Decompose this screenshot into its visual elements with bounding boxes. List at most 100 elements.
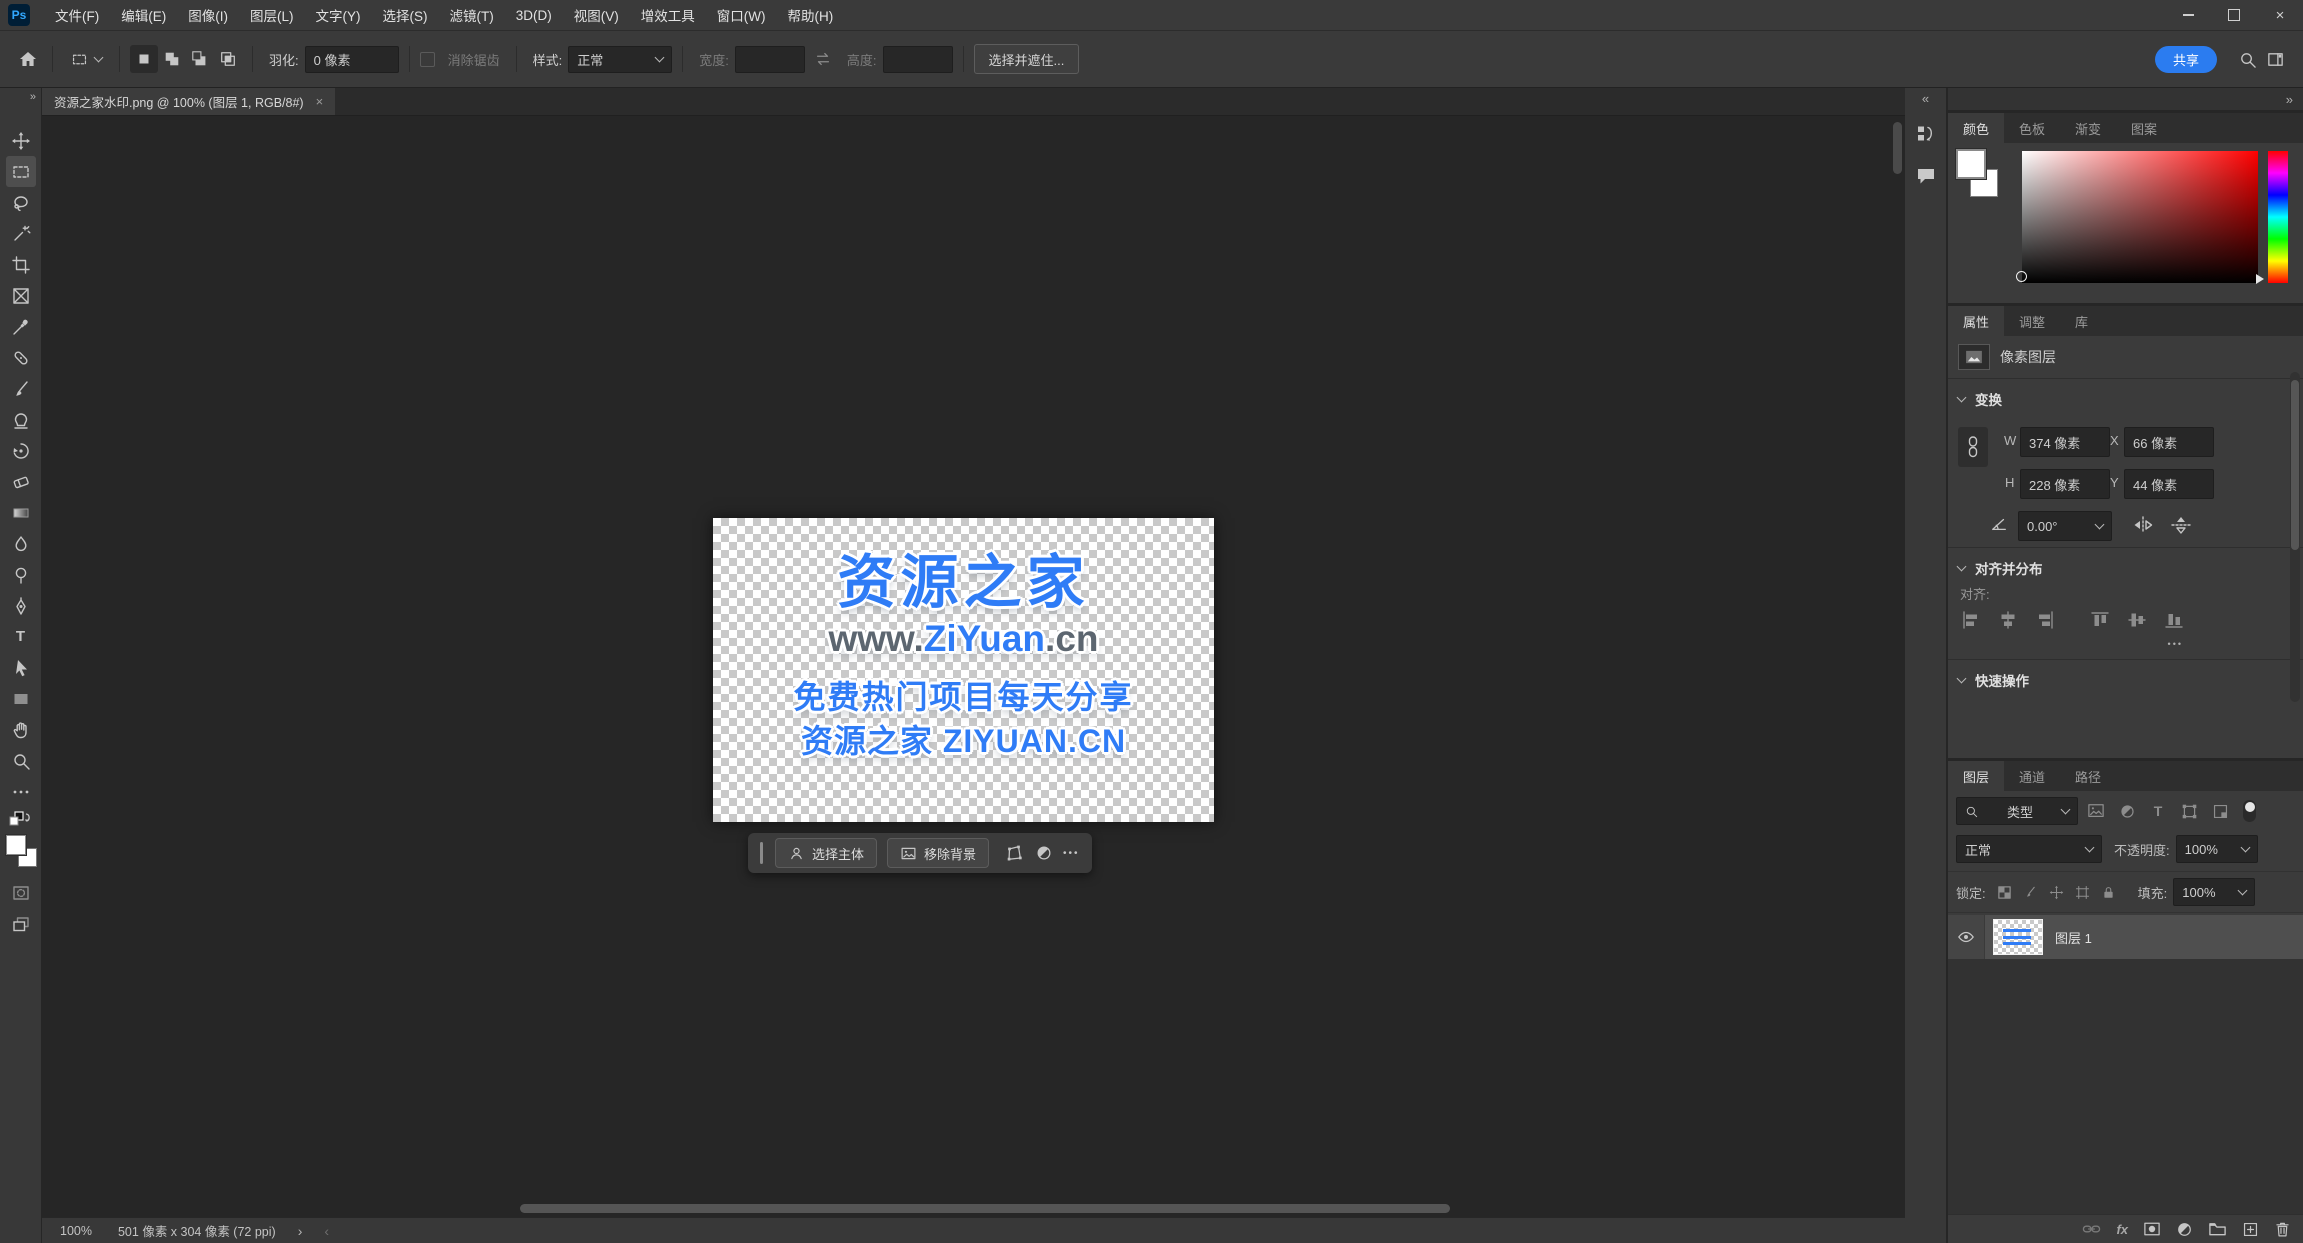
lock-pixels-button[interactable]: [2020, 883, 2042, 901]
transform-x-input[interactable]: 66 像素: [2124, 427, 2214, 457]
spot-healing-brush-tool[interactable]: [6, 342, 36, 373]
feather-input[interactable]: 0 像素: [304, 45, 399, 73]
new-layer-button[interactable]: [2242, 1221, 2259, 1238]
expand-panels-icon[interactable]: «: [1922, 91, 1929, 106]
lock-all-button[interactable]: [2098, 883, 2120, 901]
menu-type[interactable]: 文字(Y): [305, 0, 372, 30]
filter-smart-objects-button[interactable]: [2207, 799, 2233, 823]
lasso-tool[interactable]: [6, 187, 36, 218]
close-button[interactable]: ×: [2257, 0, 2303, 30]
lock-position-button[interactable]: [2046, 883, 2068, 901]
tab-adjustments[interactable]: 调整: [2004, 306, 2060, 336]
close-tab-icon[interactable]: ×: [316, 94, 324, 109]
tab-channels[interactable]: 通道: [2004, 761, 2060, 791]
opacity-select[interactable]: 100%: [2175, 835, 2258, 863]
link-layers-button[interactable]: [2082, 1221, 2101, 1237]
eraser-tool[interactable]: [6, 466, 36, 497]
hue-slider[interactable]: [2256, 274, 2264, 284]
blur-tool[interactable]: [6, 528, 36, 559]
swap-dimensions-button[interactable]: [809, 45, 837, 73]
align-right-button[interactable]: [2034, 609, 2056, 631]
hue-strip[interactable]: [2268, 151, 2288, 283]
tab-libraries[interactable]: 库: [2060, 306, 2103, 336]
history-brush-tool[interactable]: [6, 435, 36, 466]
rotation-angle-select[interactable]: 0.00°: [2018, 511, 2112, 541]
tab-color[interactable]: 颜色: [1948, 113, 2005, 143]
zoom-tool[interactable]: [6, 745, 36, 776]
tool-preset-picker[interactable]: [63, 45, 109, 73]
dodge-tool[interactable]: [6, 559, 36, 590]
layer-visibility-toggle[interactable]: [1948, 915, 1985, 959]
tab-patterns[interactable]: 图案: [2116, 113, 2172, 143]
align-top-button[interactable]: [2089, 609, 2111, 631]
align-center-horizontal-button[interactable]: [1997, 609, 2019, 631]
new-adjustment-layer-button[interactable]: [2176, 1221, 2193, 1238]
layer-effects-button[interactable]: fx: [2116, 1222, 2128, 1237]
height-input[interactable]: [882, 45, 953, 73]
default-and-swap-colors[interactable]: [6, 807, 36, 831]
selection-mode-intersect[interactable]: [214, 45, 242, 73]
rectangular-marquee-tool[interactable]: [5, 156, 36, 187]
screen-mode-button[interactable]: [6, 908, 36, 939]
status-next-icon[interactable]: ›: [298, 1223, 303, 1239]
menu-layer[interactable]: 图层(L): [239, 0, 305, 30]
crop-tool[interactable]: [6, 249, 36, 280]
anti-alias-checkbox[interactable]: [419, 51, 435, 67]
clone-stamp-tool[interactable]: [6, 404, 36, 435]
menu-image[interactable]: 图像(I): [177, 0, 239, 30]
align-bottom-button[interactable]: [2163, 609, 2185, 631]
select-subject-button[interactable]: 选择主体: [775, 838, 878, 868]
lock-artboard-button[interactable]: [2072, 883, 2094, 901]
workspace-switcher-button[interactable]: [2261, 45, 2289, 73]
edit-toolbar-button[interactable]: [6, 776, 36, 807]
menu-3d[interactable]: 3D(D): [505, 0, 563, 30]
select-and-mask-button[interactable]: 选择并遮住...: [973, 44, 1080, 74]
transform-width-input[interactable]: 374 像素: [2020, 427, 2110, 457]
vertical-scrollbar[interactable]: [1893, 122, 1902, 174]
transform-button[interactable]: [999, 839, 1029, 867]
canvas[interactable]: 资源之家 www.ZiYuan.cn 免费热门项目每天分享 资源之家 ZIYUA…: [42, 116, 1905, 1217]
transform-y-input[interactable]: 44 像素: [2124, 469, 2214, 499]
hand-tool[interactable]: [6, 714, 36, 745]
foreground-color-swatch[interactable]: [1956, 149, 1986, 179]
filter-adjustment-layers-button[interactable]: [2114, 799, 2140, 823]
search-button[interactable]: [2233, 45, 2261, 73]
move-tool[interactable]: [6, 125, 36, 156]
type-tool[interactable]: T: [6, 621, 36, 652]
filter-type-layers-button[interactable]: T: [2145, 799, 2171, 823]
flip-vertical-button[interactable]: [2168, 513, 2194, 537]
selection-mode-new[interactable]: [130, 45, 158, 73]
document-image[interactable]: 资源之家 www.ZiYuan.cn 免费热门项目每天分享 资源之家 ZIYUA…: [713, 518, 1214, 822]
filter-pixel-layers-button[interactable]: [2083, 799, 2109, 823]
layer-thumbnail[interactable]: [1993, 919, 2043, 955]
align-left-button[interactable]: [1960, 609, 1982, 631]
selection-mode-add[interactable]: [158, 45, 186, 73]
selection-mode-subtract[interactable]: [186, 45, 214, 73]
tab-paths[interactable]: 路径: [2060, 761, 2116, 791]
color-field-cursor[interactable]: [2016, 271, 2027, 282]
taskbar-drag-handle[interactable]: [760, 842, 763, 864]
home-button[interactable]: [14, 45, 42, 73]
tab-properties[interactable]: 属性: [1948, 306, 2005, 336]
align-more-button[interactable]: •••: [1948, 633, 2303, 659]
align-section-header[interactable]: 对齐并分布: [1948, 548, 2303, 584]
filtering-toggle[interactable]: [2243, 800, 2256, 822]
adjustments-button[interactable]: [1029, 839, 1059, 867]
collapse-panels-icon[interactable]: »: [2286, 92, 2293, 107]
document-tab[interactable]: 资源之家水印.png @ 100% (图层 1, RGB/8#) ×: [42, 88, 336, 115]
brush-tool[interactable]: [6, 373, 36, 404]
menu-plugins[interactable]: 增效工具: [630, 0, 706, 30]
width-input[interactable]: [734, 45, 805, 73]
align-center-vertical-button[interactable]: [2126, 609, 2148, 631]
rectangle-tool[interactable]: [6, 683, 36, 714]
pen-tool[interactable]: [6, 590, 36, 621]
comments-panel-button[interactable]: [1912, 162, 1940, 190]
frame-tool[interactable]: [6, 280, 36, 311]
eyedropper-tool[interactable]: [6, 311, 36, 342]
link-dimensions-button[interactable]: [1958, 427, 1988, 467]
menu-edit[interactable]: 编辑(E): [110, 0, 177, 30]
new-group-button[interactable]: [2208, 1221, 2227, 1237]
menu-filter[interactable]: 滤镜(T): [439, 0, 505, 30]
menu-window[interactable]: 窗口(W): [706, 0, 777, 30]
toolbar-expand-button[interactable]: »: [30, 91, 36, 103]
